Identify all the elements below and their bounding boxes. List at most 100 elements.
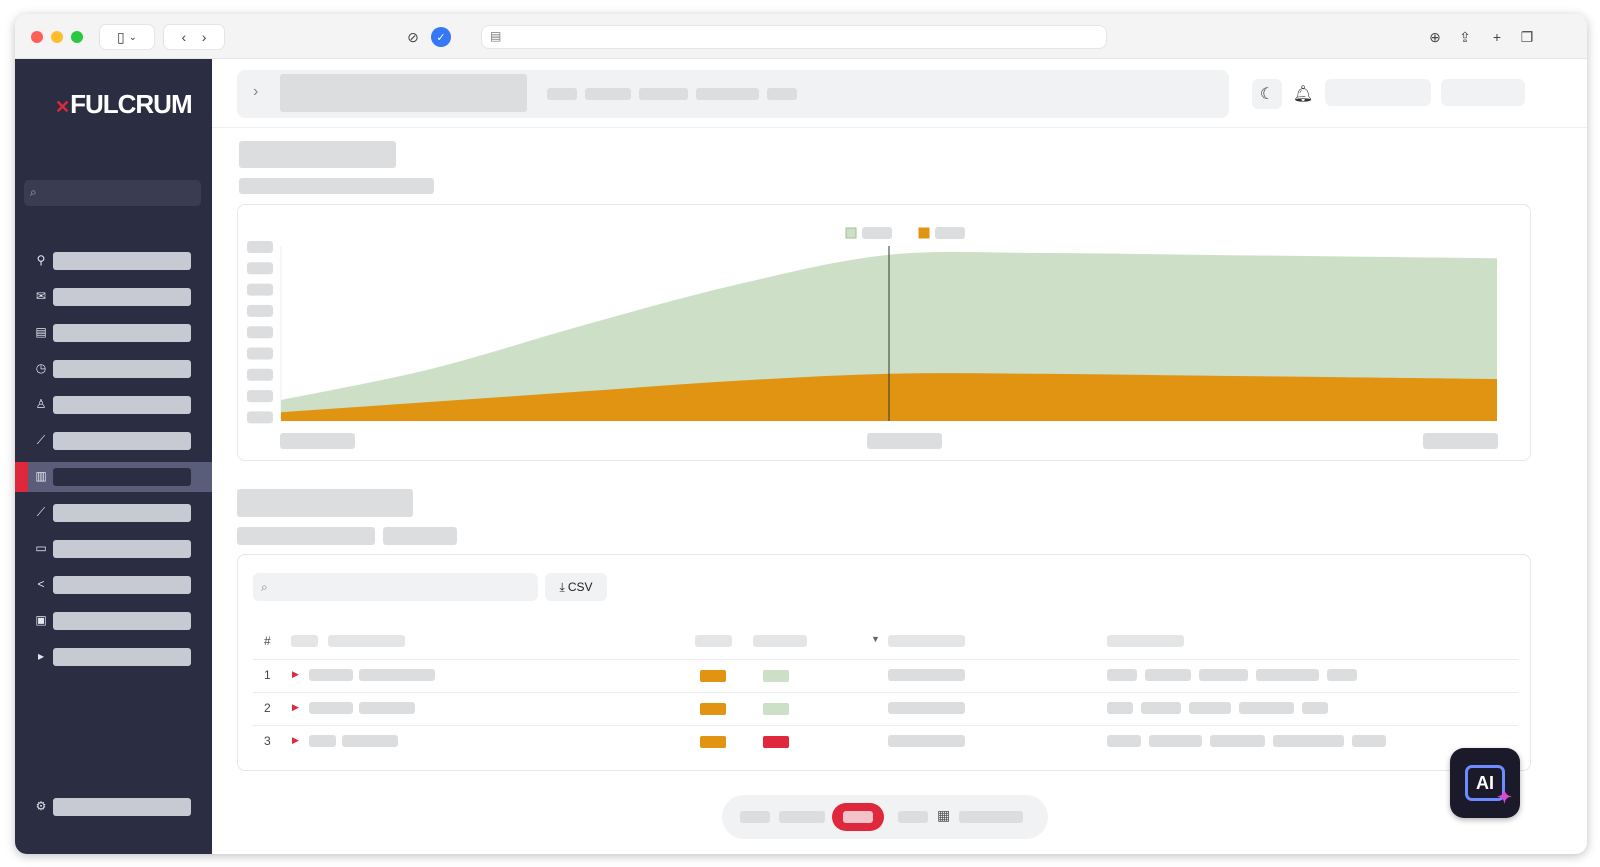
breadcrumb[interactable] xyxy=(547,88,577,100)
pager-item[interactable] xyxy=(740,811,770,823)
expand-row-icon[interactable]: ▶ xyxy=(292,702,299,713)
sidebar-item-6[interactable]: ⟋ xyxy=(15,426,212,456)
play-icon: ▸ xyxy=(37,649,45,663)
comment-icon: ▭ xyxy=(35,541,47,555)
row-index: 3 xyxy=(264,734,271,748)
column-header[interactable] xyxy=(1107,635,1184,647)
column-header[interactable] xyxy=(888,635,965,647)
pager-item-active-label xyxy=(843,811,873,823)
sidebar-item-settings[interactable]: ⚙ xyxy=(15,792,212,822)
sidebar-item-3[interactable]: ▤ xyxy=(15,318,212,348)
forward-icon[interactable]: › xyxy=(202,29,207,45)
logo-text: FULCRUM xyxy=(70,89,193,119)
mail-icon: ✉ xyxy=(35,289,47,303)
share-icon[interactable]: ⇪ xyxy=(1453,24,1477,50)
image-icon: ▣ xyxy=(35,613,47,627)
sidebar-item-7[interactable]: ▥ xyxy=(15,462,212,492)
active-indicator xyxy=(15,462,28,492)
trend-icon: ⟋ xyxy=(36,505,46,519)
csv-label: CSV xyxy=(567,580,593,594)
sidebar-item-label xyxy=(53,540,191,558)
sidebar-item-4[interactable]: ◷ xyxy=(15,354,212,384)
sidebar-toggle-button[interactable]: ▯ ⌄ xyxy=(99,24,155,50)
expand-row-icon[interactable]: ▶ xyxy=(292,669,299,680)
legend-swatch[interactable] xyxy=(845,227,857,239)
breadcrumb[interactable] xyxy=(585,88,631,100)
status-badge xyxy=(763,703,789,715)
column-header[interactable] xyxy=(695,635,732,647)
share-nodes-icon: < xyxy=(37,577,45,591)
table-search-input[interactable]: ⌕ xyxy=(253,573,538,601)
x-tick-label xyxy=(280,433,355,449)
shield-check-icon[interactable]: ✓ xyxy=(431,27,451,47)
row-cell xyxy=(1256,669,1319,681)
privacy-icon[interactable]: ⊘ xyxy=(401,24,425,50)
chevron-down-icon: ⌄ xyxy=(128,31,137,43)
sidebar-item-9[interactable]: ▭ xyxy=(15,534,212,564)
legend-label[interactable] xyxy=(935,227,965,239)
page-title-placeholder xyxy=(280,74,527,112)
chevron-right-icon[interactable]: › xyxy=(253,83,258,101)
address-bar[interactable]: ▤ xyxy=(481,25,1107,49)
logo-mark: ✕ xyxy=(55,97,70,117)
breadcrumb[interactable] xyxy=(767,88,797,100)
table-row[interactable]: 3 ▶ xyxy=(238,733,1532,763)
app-logo[interactable]: ✕FULCRUM xyxy=(55,89,193,120)
area-chart[interactable] xyxy=(238,205,1532,462)
close-window-button[interactable] xyxy=(31,31,43,43)
column-header[interactable] xyxy=(291,635,318,647)
calendar-icon[interactable]: ▦ xyxy=(937,807,950,824)
row-cell xyxy=(309,702,353,714)
header-divider xyxy=(212,127,1587,128)
sidebar-item-1[interactable]: ⚲ xyxy=(15,246,212,276)
sidebar-search-input[interactable]: ⌕ xyxy=(24,180,201,206)
row-cell xyxy=(1239,702,1294,714)
sort-desc-icon[interactable]: ▼ xyxy=(871,634,880,644)
user-icon: ♙ xyxy=(35,397,47,411)
new-tab-icon[interactable]: + xyxy=(1485,24,1509,50)
reader-icon[interactable]: ▤ xyxy=(490,29,501,43)
legend-swatch[interactable] xyxy=(918,227,930,239)
y-tick-label xyxy=(247,347,273,360)
row-cell xyxy=(1302,702,1328,714)
column-header[interactable] xyxy=(328,635,405,647)
pager-item[interactable] xyxy=(898,811,928,823)
maximize-window-button[interactable] xyxy=(71,31,83,43)
sidebar-item-11[interactable]: ▣ xyxy=(15,606,212,636)
table-section-subtitle-placeholder xyxy=(383,527,457,545)
tabs-overview-icon[interactable]: ❐ xyxy=(1515,24,1539,50)
y-tick-label xyxy=(247,326,273,339)
row-divider xyxy=(253,659,1518,660)
breadcrumb[interactable] xyxy=(696,88,759,100)
sidebar-item-8[interactable]: ⟋ xyxy=(15,498,212,528)
sidebar-item-5[interactable]: ♙ xyxy=(15,390,212,420)
row-divider xyxy=(253,692,1518,693)
sidebar-item-2[interactable]: ✉ xyxy=(15,282,212,312)
ai-assistant-button[interactable]: AI ✦ xyxy=(1450,748,1520,818)
clock-icon: ◷ xyxy=(35,361,47,375)
date-range-label[interactable] xyxy=(959,811,1023,823)
back-icon[interactable]: ‹ xyxy=(182,29,187,45)
legend-label[interactable] xyxy=(862,227,892,239)
header-button[interactable] xyxy=(1325,79,1431,106)
expand-row-icon[interactable]: ▶ xyxy=(292,735,299,746)
status-badge xyxy=(700,703,726,715)
breadcrumb[interactable] xyxy=(639,88,688,100)
column-header[interactable] xyxy=(753,635,807,647)
moon-icon[interactable]: ☾ xyxy=(1252,79,1282,109)
download-icon[interactable]: ⊕ xyxy=(1423,24,1447,50)
sidebar-item-10[interactable]: < xyxy=(15,570,212,600)
header-button[interactable] xyxy=(1441,79,1525,106)
minimize-window-button[interactable] xyxy=(51,31,63,43)
pagination-bar: ▦ xyxy=(722,795,1048,839)
y-tick-label xyxy=(247,411,273,424)
sidebar-item-12[interactable]: ▸ xyxy=(15,642,212,672)
csv-export-button[interactable]: ⤓ CSV xyxy=(545,573,607,601)
row-cell xyxy=(309,735,336,747)
pager-item-active[interactable] xyxy=(832,803,884,831)
sparkle-icon: ✦ xyxy=(1496,787,1512,807)
browser-toolbar: ▯ ⌄ ‹ › ⊘ ✓ ▤ ⊕ ⇪ + ❐ xyxy=(15,14,1587,59)
pager-item[interactable] xyxy=(779,811,825,823)
sidebar-item-label xyxy=(53,396,191,414)
bell-icon[interactable]: 🔔︎ xyxy=(1288,79,1318,109)
